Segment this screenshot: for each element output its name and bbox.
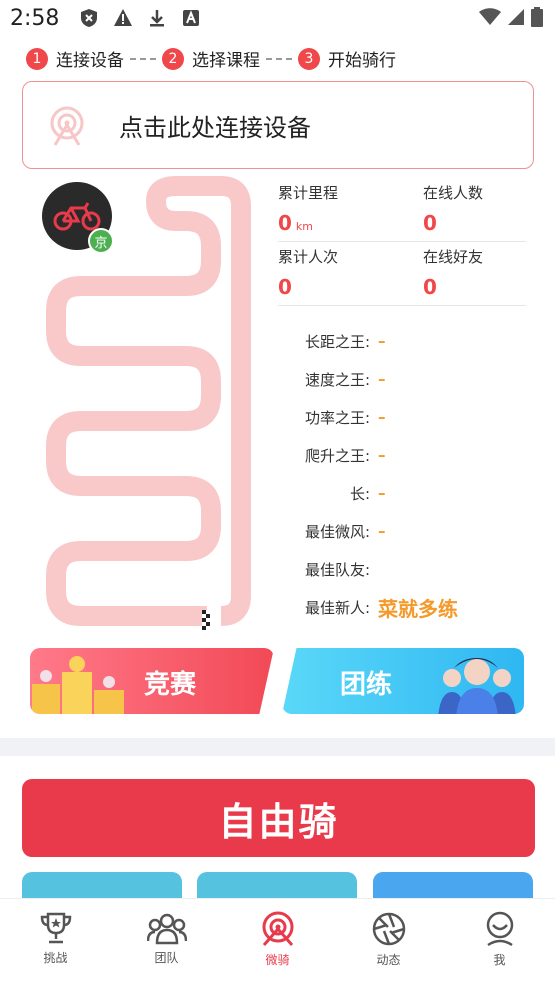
- finish-flag-icon: [202, 610, 210, 630]
- king-value: –: [378, 408, 386, 426]
- king-value: 菜就多练: [378, 596, 458, 621]
- stat-value: 0: [278, 275, 292, 299]
- list-item: 长距之王: –: [278, 322, 518, 360]
- font-icon: [183, 10, 200, 26]
- step-label: 连接设备: [56, 51, 124, 71]
- stats-row: 累计里程 0 km 在线人数 0: [278, 178, 526, 242]
- step-label: 选择课程: [192, 51, 260, 71]
- warning-icon: [114, 9, 133, 26]
- tab-label: 挑战: [43, 951, 68, 965]
- king-label: 长距之王:: [304, 332, 370, 351]
- ride-icon: [262, 911, 293, 946]
- steps-indicator: 1 连接设备 2 选择课程 3 开始骑行: [26, 46, 396, 71]
- step-number: 3: [298, 47, 320, 70]
- step-1: 1 连接设备: [26, 46, 124, 71]
- list-item: 最佳微风: –: [278, 512, 518, 550]
- connect-device-button[interactable]: 点击此处连接设备: [22, 81, 534, 169]
- king-label: 速度之王:: [304, 370, 370, 389]
- profile-icon: [486, 911, 513, 947]
- bike-icon: [53, 202, 101, 231]
- race-banner-button[interactable]: 竞赛: [30, 648, 274, 714]
- status-bar: 2:58: [0, 0, 555, 36]
- list-item: 爬升之王: –: [278, 436, 518, 474]
- tab-team[interactable]: 团队: [111, 899, 222, 984]
- tab-ride[interactable]: 微骑: [222, 899, 333, 984]
- tab-label: 微骑: [265, 953, 290, 967]
- king-label: 最佳新人:: [304, 598, 370, 617]
- king-label: 最佳队友:: [304, 560, 370, 579]
- signal-icon: [508, 9, 524, 25]
- stat-label: 在线人数: [423, 184, 484, 202]
- king-label: 最佳微风:: [304, 522, 370, 541]
- team-people-icon: [438, 658, 516, 714]
- wifi-icon: [479, 8, 501, 25]
- tab-challenge[interactable]: 挑战: [0, 899, 111, 984]
- trophy-icon: [40, 912, 71, 944]
- king-value: –: [378, 446, 386, 464]
- list-item: 功率之王: –: [278, 398, 518, 436]
- step-number: 2: [162, 47, 184, 70]
- free-ride-button[interactable]: 自由骑: [22, 779, 535, 857]
- feature-card[interactable]: [22, 872, 182, 900]
- status-time: 2:58: [10, 5, 60, 31]
- feature-card[interactable]: [197, 872, 357, 900]
- stat-unit: km: [295, 220, 314, 233]
- stat-total-distance: 累计里程 0 km: [278, 182, 423, 241]
- leaderboard-list: 长距之王: – 速度之王: – 功率之王: – 爬升之王: – 长: – 最佳微风: – 最…: [278, 322, 518, 626]
- king-value: –: [378, 522, 386, 540]
- stat-label: 累计人次: [278, 248, 339, 266]
- stat-total-rides: 累计人次 0: [278, 246, 423, 305]
- team-icon: [146, 913, 187, 945]
- list-item: 速度之王: –: [278, 360, 518, 398]
- step-label: 开始骑行: [328, 51, 396, 71]
- tab-feed[interactable]: 动态: [333, 899, 444, 984]
- step-separator: [266, 57, 292, 60]
- tab-me[interactable]: 我: [444, 899, 555, 984]
- podium-icon: [32, 656, 124, 714]
- king-value: –: [378, 370, 386, 388]
- king-value: –: [378, 484, 386, 502]
- feature-card[interactable]: [373, 872, 533, 900]
- list-item: 长: –: [278, 474, 518, 512]
- stat-value: 0: [278, 211, 292, 235]
- stat-label: 在线好友: [423, 248, 484, 266]
- section-divider: [0, 738, 555, 756]
- download-icon: [150, 10, 165, 27]
- bottom-tab-bar: 挑战 团队 微骑 动态 我: [0, 898, 555, 984]
- king-value: –: [378, 332, 386, 350]
- king-label: 功率之王:: [304, 408, 370, 427]
- stats-panel: 累计里程 0 km 在线人数 0 累计人次 0 在线好友 0: [278, 178, 526, 306]
- race-banner-label: 竞赛: [144, 670, 197, 700]
- stat-online-users: 在线人数 0: [423, 182, 526, 241]
- stat-online-friends: 在线好友 0: [423, 246, 526, 305]
- team-banner-button[interactable]: 团练: [282, 648, 524, 714]
- stats-row: 累计人次 0 在线好友 0: [278, 242, 526, 306]
- region-badge: 京: [88, 228, 114, 254]
- shield-icon: [81, 9, 98, 27]
- step-separator: [130, 57, 156, 60]
- list-item: 最佳新人: 菜就多练: [278, 588, 518, 626]
- tab-label: 我: [493, 953, 506, 967]
- king-label: 长:: [349, 484, 370, 503]
- stat-label: 累计里程: [278, 184, 339, 202]
- king-label: 爬升之王:: [304, 446, 370, 465]
- tab-label: 动态: [376, 953, 401, 967]
- aperture-icon: [372, 912, 405, 946]
- tab-label: 团队: [154, 951, 179, 965]
- device-signal-icon: [50, 106, 84, 146]
- step-2: 2 选择课程: [162, 46, 260, 71]
- step-3: 3 开始骑行: [298, 46, 396, 71]
- battery-icon: [531, 7, 543, 27]
- stat-value: 0: [423, 211, 437, 235]
- connect-device-label: 点击此处连接设备: [119, 113, 311, 142]
- team-banner-label: 团练: [340, 670, 393, 700]
- step-number: 1: [26, 47, 48, 70]
- stat-value: 0: [423, 275, 437, 299]
- list-item: 最佳队友:: [278, 550, 518, 588]
